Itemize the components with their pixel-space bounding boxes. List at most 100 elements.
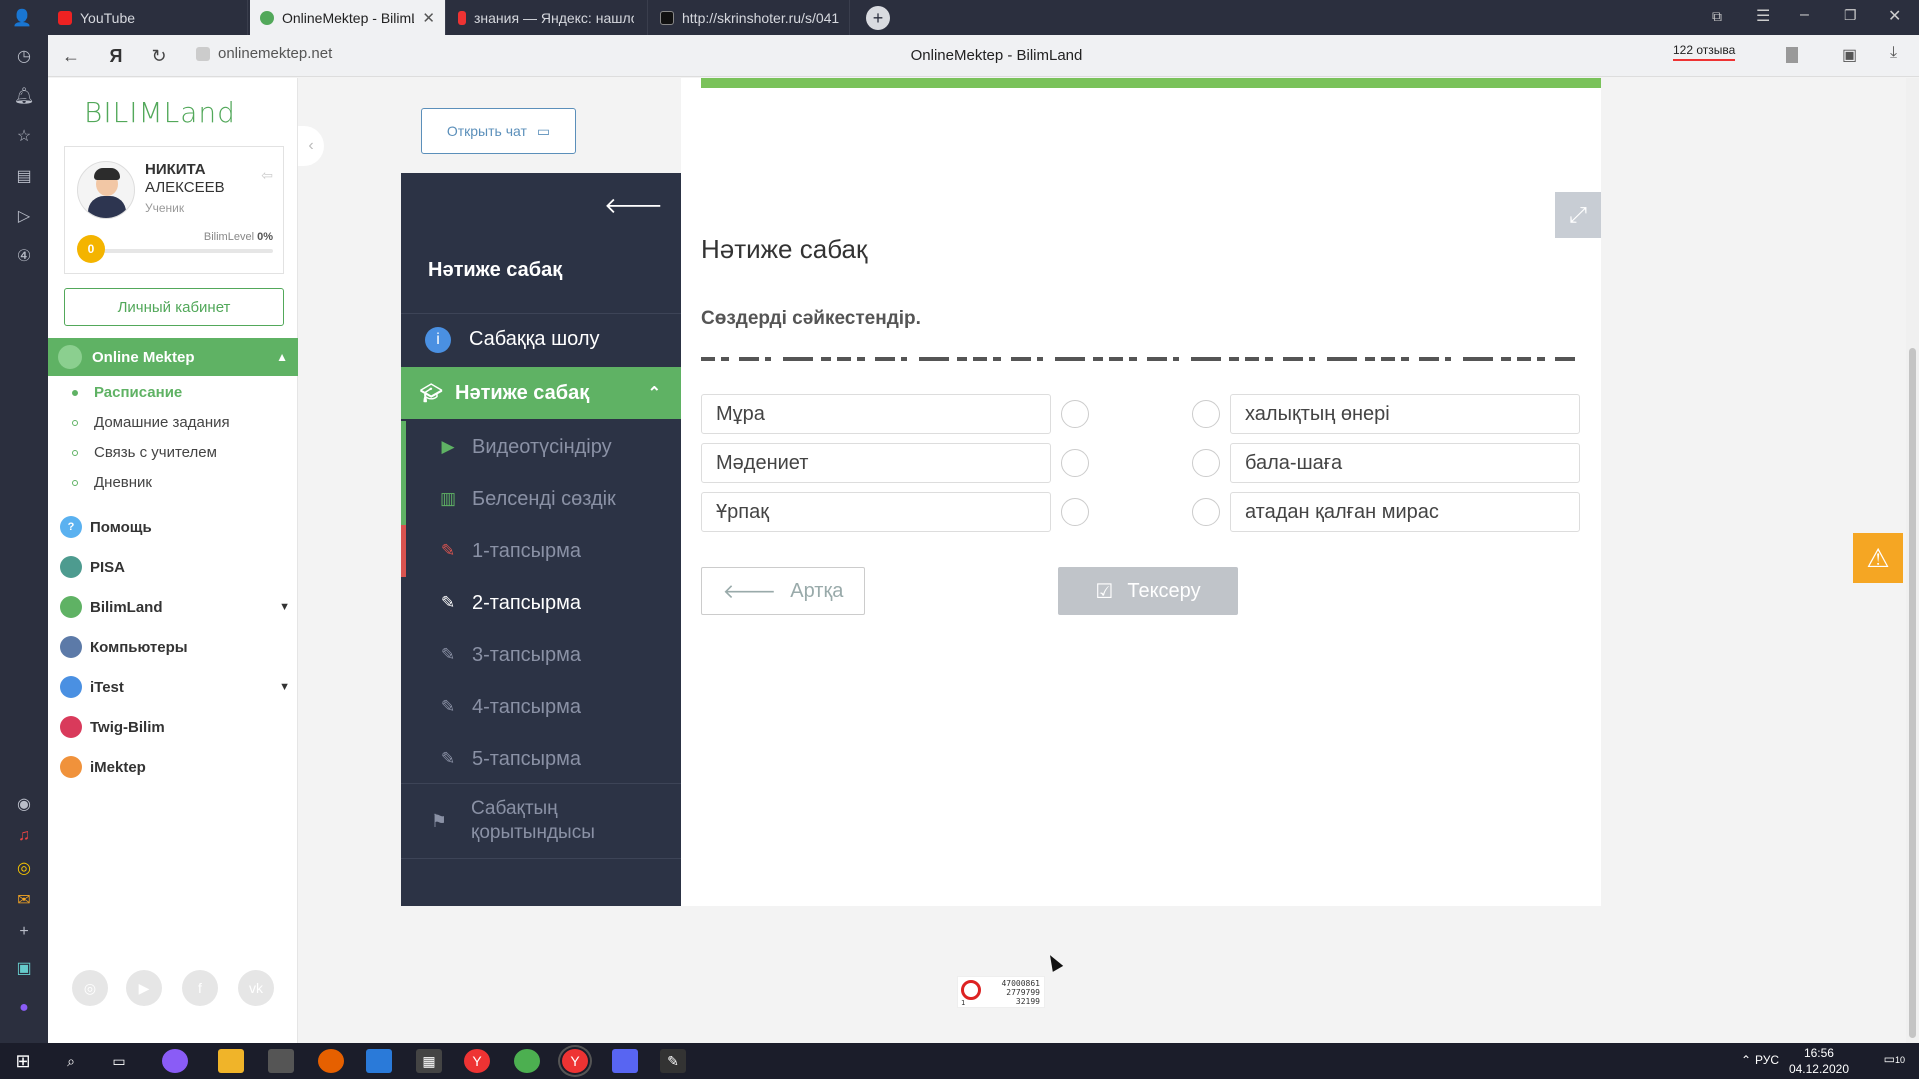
yandex-browser-icon[interactable]: Y: [464, 1049, 490, 1073]
close-icon[interactable]: ✕: [422, 9, 435, 27]
file-explorer-icon[interactable]: [218, 1049, 244, 1073]
sidebar-item-schedule[interactable]: Расписание: [72, 384, 182, 401]
download-icon[interactable]: ⤓: [1890, 44, 1897, 62]
language-indicator[interactable]: РУС: [1755, 1053, 1779, 1067]
back-button[interactable]: 🡐 Артқа: [701, 567, 865, 615]
tab-skrinshoter[interactable]: http://skrinshoter.ru/s/041: [650, 0, 850, 35]
notifications-icon[interactable]: 🔔︎: [13, 85, 35, 107]
open-chat-button[interactable]: Открыть чат ▭: [421, 108, 576, 154]
left-word-box[interactable]: Мәдениет: [701, 443, 1051, 483]
right-radio[interactable]: [1192, 498, 1220, 526]
sidebar-item-bilimland[interactable]: BilimLand ▼: [60, 596, 290, 618]
profile-icon[interactable]: 👤: [12, 8, 32, 28]
scrollbar-thumb[interactable]: [1909, 348, 1916, 1038]
alice-icon[interactable]: ◉: [13, 793, 35, 815]
windows-start-icon[interactable]: ⊞: [10, 1049, 36, 1073]
history-icon[interactable]: ◷: [13, 45, 35, 67]
sidebar-item-diary[interactable]: Дневник: [72, 474, 152, 491]
left-radio[interactable]: [1061, 400, 1089, 428]
lesson-overview[interactable]: i Сабаққа шолу: [401, 313, 681, 365]
tab-yandex[interactable]: знания — Яндекс: нашлос: [448, 0, 648, 35]
sidebar-item-teacher-contact[interactable]: Связь с учителем: [72, 444, 217, 461]
sidebar-item-computers[interactable]: Компьютеры: [60, 636, 290, 658]
sidebar-item-help[interactable]: ? Помощь: [60, 516, 290, 538]
new-tab-button[interactable]: +: [866, 6, 890, 30]
discord-icon[interactable]: [612, 1049, 638, 1073]
sidebar-collapse-button[interactable]: ‹: [298, 126, 324, 166]
target-icon[interactable]: ◎: [13, 857, 35, 879]
tab-onlinemektep[interactable]: OnlineMektep - BilimLa ✕: [250, 0, 446, 35]
system-clock[interactable]: 16:56 04.12.2020: [1789, 1045, 1849, 1077]
level-label: BilimLevel 0%: [203, 231, 273, 243]
calculator-icon[interactable]: ▦: [416, 1049, 442, 1073]
lesson-item-task-4[interactable]: ✎ 4-тапсырма: [401, 681, 681, 733]
sidebar-item-itest[interactable]: iTest ▼: [60, 676, 290, 698]
lesson-section-result[interactable]: 🎓︎ Нәтиже сабақ ⌃: [401, 367, 681, 419]
left-word-box[interactable]: Мұра: [701, 394, 1051, 434]
bookmarks-icon[interactable]: ⧉: [1712, 8, 1722, 25]
right-radio[interactable]: [1192, 449, 1220, 477]
firefox-icon[interactable]: [318, 1049, 344, 1073]
sidebar-item-twig-bilim[interactable]: Twig-Bilim: [60, 716, 290, 738]
logo[interactable]: BILIMLand: [84, 96, 236, 129]
add-icon[interactable]: +: [13, 921, 35, 943]
minimize-icon[interactable]: –: [1800, 6, 1809, 24]
vk-icon[interactable]: vk: [238, 970, 274, 1006]
address-bar: ← Я ↻ onlinemektep.net OnlineMektep - Bi…: [0, 35, 1919, 77]
instagram-icon[interactable]: ◎: [72, 970, 108, 1006]
notification-center-icon[interactable]: ▭10: [1884, 1052, 1905, 1066]
lesson-item-task-2[interactable]: ✎ 2-тапсырма: [401, 577, 681, 629]
left-radio[interactable]: [1061, 449, 1089, 477]
app-icon[interactable]: ④: [13, 245, 35, 267]
left-radio[interactable]: [1061, 498, 1089, 526]
favorites-icon[interactable]: ☆: [13, 125, 35, 147]
bookmark-icon[interactable]: [1786, 47, 1798, 63]
lesson-item-task-5[interactable]: ✎ 5-тапсырма: [401, 733, 681, 785]
sidebar-item-homework[interactable]: Домашние задания: [72, 414, 230, 431]
tab-youtube[interactable]: YouTube: [48, 0, 248, 35]
notepad-icon[interactable]: ✎: [660, 1049, 686, 1073]
warning-icon[interactable]: ⚠: [1853, 533, 1903, 583]
lesson-summary[interactable]: ⚑ Сабақтың қорытындысы: [401, 783, 681, 859]
left-word-box[interactable]: Ұрпақ: [701, 492, 1051, 532]
restore-icon[interactable]: ❐: [1844, 7, 1857, 24]
reviews-badge[interactable]: 122 отзыва: [1673, 43, 1736, 61]
online-mektep-section[interactable]: Online Mektep ▲: [48, 338, 298, 376]
page-scrollbar[interactable]: [1906, 78, 1919, 1043]
assistant-icon[interactable]: ●: [13, 997, 35, 1019]
facebook-icon[interactable]: f: [182, 970, 218, 1006]
window-close-icon[interactable]: ✕: [1888, 6, 1901, 26]
search-icon[interactable]: ⌕: [58, 1049, 84, 1073]
mail-icon[interactable]: ✉: [13, 889, 35, 911]
store-icon[interactable]: [268, 1049, 294, 1073]
music-icon[interactable]: ♫: [13, 825, 35, 847]
lesson-item-video[interactable]: ▶ Видеотүсіндіру: [401, 421, 681, 473]
lesson-item-task-1[interactable]: ✎ 1-тапсырма: [401, 525, 681, 577]
collections-icon[interactable]: ▣: [1842, 45, 1857, 65]
sidebar-item-imektep[interactable]: iMektep: [60, 756, 290, 778]
right-word-box[interactable]: атадан қалған мирас: [1230, 492, 1580, 532]
sidebar-item-pisa[interactable]: PISA: [60, 556, 290, 578]
right-radio[interactable]: [1192, 400, 1220, 428]
logout-icon[interactable]: ⇦: [261, 167, 273, 184]
video-icon[interactable]: ▷: [13, 205, 35, 227]
lesson-item-task-3[interactable]: ✎ 3-тапсырма: [401, 629, 681, 681]
messenger-icon[interactable]: ▣: [13, 957, 35, 979]
zen-icon[interactable]: ▤: [13, 165, 35, 187]
right-word-box[interactable]: халықтың өнері: [1230, 394, 1580, 434]
alice-taskbar-icon[interactable]: [162, 1049, 188, 1073]
tray-chevron-icon[interactable]: ⌃: [1741, 1053, 1751, 1067]
youtube-social-icon[interactable]: ▶: [126, 970, 162, 1006]
task-view-icon[interactable]: ▭: [106, 1049, 132, 1073]
right-word-box[interactable]: бала-шаға: [1230, 443, 1580, 483]
lesson-item-vocabulary[interactable]: ▥ Белсенді сөздік: [401, 473, 681, 525]
fullscreen-icon[interactable]: ⤢: [1555, 192, 1601, 238]
arrow-left-icon[interactable]: 🡐: [604, 193, 663, 219]
menu-icon[interactable]: ☰: [1756, 6, 1770, 26]
visit-counter[interactable]: 1 47000861 2779799 32199: [957, 976, 1045, 1008]
check-button[interactable]: ☑ Тексеру: [1058, 567, 1238, 615]
mail-app-icon[interactable]: [366, 1049, 392, 1073]
yandex-browser-active-icon[interactable]: Y: [558, 1045, 592, 1077]
personal-cabinet-button[interactable]: Личный кабинет: [64, 288, 284, 326]
chrome-icon[interactable]: [514, 1049, 540, 1073]
